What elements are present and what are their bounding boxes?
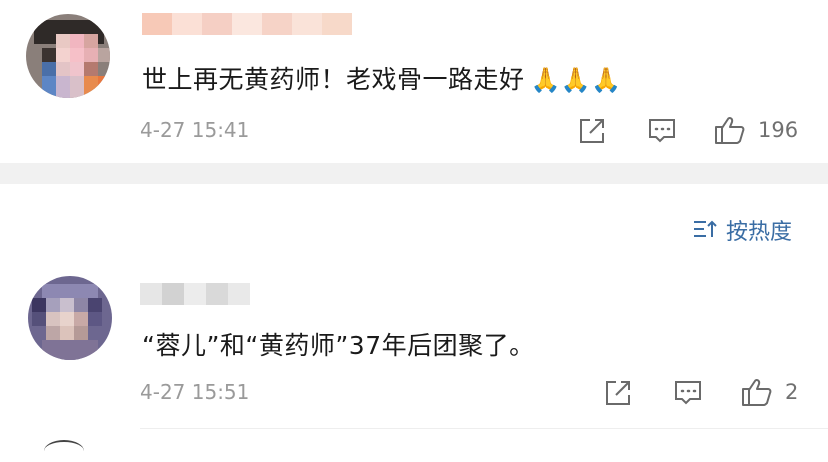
like-count: 196: [758, 118, 799, 142]
avatar[interactable]: [28, 276, 112, 360]
comment-text: 世上再无黄药师！老戏骨一路走好 🙏🙏🙏: [142, 60, 622, 96]
like-button[interactable]: 196: [713, 114, 808, 148]
like-button[interactable]: 2: [740, 376, 810, 410]
sort-label: 按热度: [726, 220, 793, 245]
comment-timestamp: 4-27 15:41: [140, 118, 250, 142]
pray-emoji: 🙏🙏🙏: [530, 66, 622, 94]
comment-icon[interactable]: [647, 117, 677, 145]
next-avatar-edge: [44, 440, 84, 462]
section-divider: [0, 163, 828, 184]
share-icon[interactable]: [577, 117, 607, 145]
like-count: 2: [785, 380, 799, 404]
thumbs-up-icon: [740, 376, 774, 408]
username-blurred[interactable]: [140, 283, 252, 305]
comment-text: “蓉儿”和“黄药师”37年后团聚了。: [142, 331, 535, 360]
thumbs-up-icon: [713, 114, 747, 146]
avatar[interactable]: [26, 14, 110, 98]
share-icon[interactable]: [603, 379, 633, 407]
row-divider: [140, 428, 828, 429]
sort-toggle[interactable]: 按热度: [692, 214, 804, 245]
comment-icon[interactable]: [673, 379, 703, 407]
username-blurred[interactable]: [142, 13, 354, 35]
comment-text-body: 世上再无黄药师！老戏骨一路走好: [142, 65, 525, 94]
sort-icon: [692, 218, 718, 240]
comment-timestamp: 4-27 15:51: [140, 380, 250, 404]
